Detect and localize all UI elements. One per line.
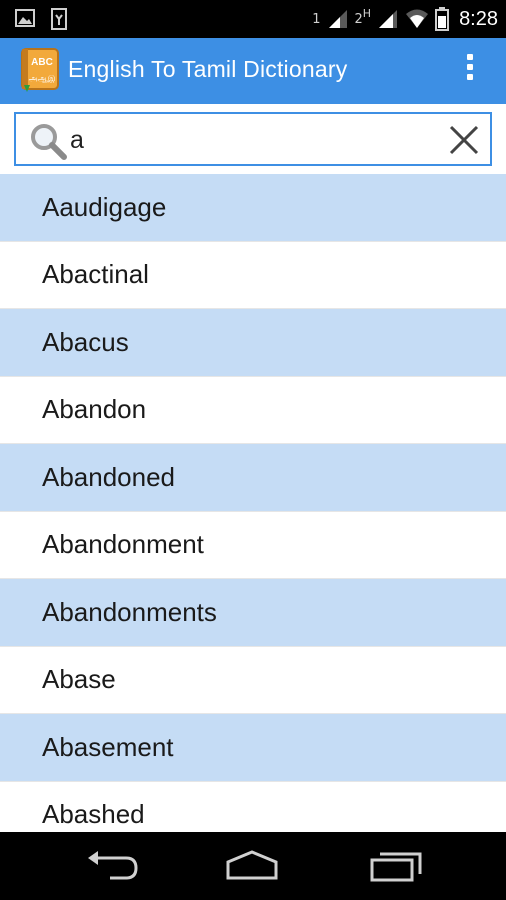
signal-2-icon (379, 10, 398, 28)
list-item-label: Abashed (42, 799, 145, 830)
close-icon[interactable] (448, 124, 480, 156)
back-icon[interactable] (82, 848, 142, 884)
menu-dot-icon (467, 64, 473, 70)
list-item-label: Abasement (42, 731, 174, 762)
status-bar: 1 2 H 8:28 (0, 0, 506, 38)
word-list[interactable]: Aaudigage Abactinal Abacus Abandon Aband… (0, 174, 506, 832)
app-logo-icon: ABC அஆஇ (21, 48, 59, 92)
app-bar: ABC அஆஇ English To Tamil Dictionary (0, 38, 506, 104)
list-item-label: Aaudigage (42, 191, 167, 222)
network-type-label: H (362, 6, 372, 20)
signal-1-icon (328, 10, 347, 28)
gallery-icon (15, 9, 35, 27)
list-item-label: Abandonment (42, 529, 204, 560)
list-item-label: Abandoned (42, 461, 176, 492)
wifi-icon (406, 9, 429, 28)
list-item[interactable]: Abandon (0, 377, 506, 444)
menu-dot-icon (467, 54, 473, 60)
search-icon (31, 124, 67, 160)
list-item[interactable]: Abandonments (0, 579, 506, 647)
logo-bottom-text: அஆஇ (29, 74, 56, 84)
search-input[interactable] (70, 122, 430, 158)
navigation-bar (0, 832, 506, 900)
list-item[interactable]: Abashed (0, 782, 506, 833)
overflow-menu-button[interactable] (464, 54, 476, 88)
list-item-label: Abactinal (42, 259, 149, 290)
list-item-label: Abandon (42, 394, 147, 425)
status-right-icons: 1 2 H 8:28 (312, 5, 498, 33)
search-box (14, 112, 492, 166)
list-item[interactable]: Abasement (0, 714, 506, 782)
home-icon[interactable] (222, 848, 282, 884)
list-item[interactable]: Abactinal (0, 242, 506, 309)
list-item[interactable]: Aaudigage (0, 174, 506, 242)
clock: 8:28 (459, 7, 498, 30)
list-item[interactable]: Abandoned (0, 444, 506, 512)
list-item-label: Abandonments (42, 596, 217, 627)
list-item[interactable]: Abase (0, 647, 506, 714)
recents-icon[interactable] (366, 848, 426, 884)
app-title: English To Tamil Dictionary (68, 56, 348, 82)
logo-top-text: ABC (31, 57, 53, 68)
list-item[interactable]: Abandonment (0, 512, 506, 579)
sim1-label: 1 (312, 11, 321, 27)
usb-debug-icon (51, 8, 67, 30)
menu-dot-icon (467, 74, 473, 80)
battery-icon (435, 7, 450, 31)
status-left-icons (14, 7, 70, 31)
sim2-label: 2 (354, 11, 363, 27)
list-item-label: Abase (42, 664, 116, 695)
list-item-label: Abacus (42, 326, 129, 357)
list-item[interactable]: Abacus (0, 309, 506, 377)
